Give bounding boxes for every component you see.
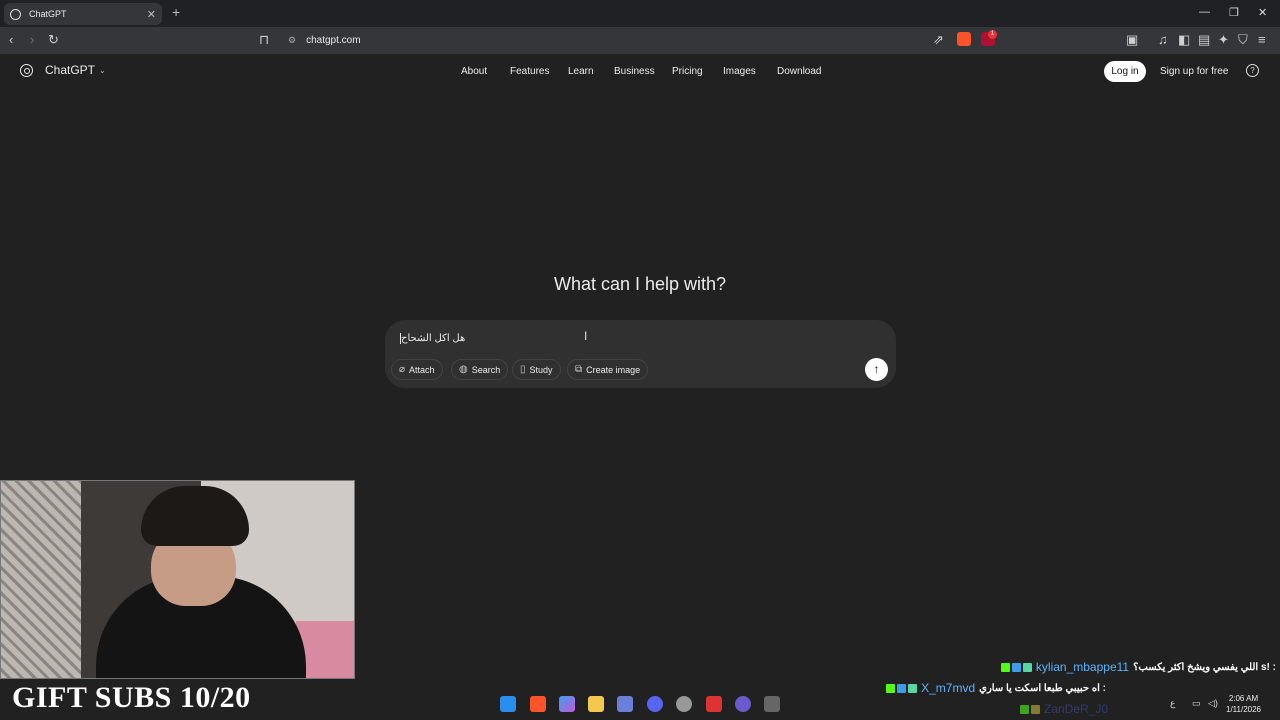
url-text: chatgpt.com <box>306 35 361 46</box>
nav-about[interactable]: About <box>461 66 487 77</box>
webcam-overlay <box>0 480 355 679</box>
text-cursor-icon: I <box>584 329 588 343</box>
windows-taskbar <box>0 690 1280 720</box>
file-explorer-icon[interactable] <box>588 696 604 712</box>
page-heading: What can I help with? <box>553 274 727 294</box>
minimize-icon[interactable]: — <box>1199 6 1210 18</box>
nav-images[interactable]: Images <box>723 66 756 77</box>
app-circle-icon[interactable] <box>735 696 751 712</box>
address-bar[interactable]: ⚙ chatgpt.com <box>282 31 1002 50</box>
search-label: Search <box>471 364 501 375</box>
tab-title: ChatGPT <box>29 9 67 19</box>
kick-badge-icon <box>1000 662 1010 672</box>
nav-learn[interactable]: Learn <box>568 66 594 77</box>
discord-icon[interactable] <box>647 696 663 712</box>
arrow-up-icon: ↑ <box>873 362 880 376</box>
clock-date: 1/11/2026 <box>1226 705 1261 714</box>
menu-icon[interactable]: ≡ <box>1258 32 1266 48</box>
login-button[interactable]: Log in <box>1104 61 1146 82</box>
chat-badges <box>1000 662 1032 672</box>
brand-name: ChatGPT <box>45 63 96 77</box>
chatgpt-favicon-icon <box>10 8 21 20</box>
back-icon[interactable]: ‹ <box>9 32 13 48</box>
media-icon[interactable]: ♫ <box>1158 32 1168 48</box>
language-indicator[interactable]: ع <box>1170 698 1175 709</box>
prompt-composer: هل اكل الشحاح ⌀ Attach ◍ Search ▯ Study ⧉ Cr… <box>385 320 896 388</box>
close-window-icon[interactable]: ✕ <box>1258 6 1267 19</box>
chat-text: : ‏!s ‏اللي يفسي ويشخ اكثر يكسب؟ <box>1133 661 1276 673</box>
search-button[interactable]: ◍ Search <box>451 359 509 380</box>
prompt-input-text: هل اكل الشحاح <box>401 333 466 345</box>
nav-features[interactable]: Features <box>510 66 549 77</box>
obs-icon[interactable] <box>676 696 692 712</box>
grid-badge-icon <box>1022 662 1032 672</box>
attach-label: Attach <box>409 364 435 375</box>
create-image-button[interactable]: ⧉ Create image <box>567 359 649 380</box>
image-icon: ⧉ <box>575 364 583 375</box>
app-icon[interactable] <box>706 696 722 712</box>
steam-icon[interactable] <box>764 696 780 712</box>
store-icon[interactable] <box>617 696 633 712</box>
attach-button[interactable]: ⌀ Attach <box>391 359 443 380</box>
vpn-icon[interactable]: ⛉ <box>1238 32 1248 48</box>
chat-message: kylian_mbappe11 : ‏!s ‏اللي يفسي ويشخ اك… <box>1000 660 1276 674</box>
screen: ChatGPT ✕ + — ❐ ✕ ‹ › ↻ ⊓ ⚙ chatgpt.com … <box>0 0 1280 720</box>
close-tab-icon[interactable]: ✕ <box>147 8 156 21</box>
start-icon[interactable] <box>500 696 516 712</box>
bookmark-icon[interactable]: ⊓ <box>259 32 269 48</box>
nav-pricing[interactable]: Pricing <box>672 66 703 77</box>
webcam-person-hair <box>141 486 249 546</box>
create-image-label: Create image <box>586 364 641 375</box>
webcam-window-grille <box>1 481 81 678</box>
book-icon: ▯ <box>520 364 526 375</box>
sidebar-icon[interactable]: ◧ <box>1178 32 1190 48</box>
chat-username: kylian_mbappe11 <box>1035 660 1130 674</box>
brave-shields-icon[interactable] <box>957 32 971 46</box>
leo-ai-icon[interactable]: ✦ <box>1218 32 1229 48</box>
study-button[interactable]: ▯ Study <box>512 359 561 380</box>
volume-icon[interactable]: ◁) <box>1208 698 1218 709</box>
browser-tab-bar: ChatGPT ✕ + — ❐ ✕ <box>0 0 1280 27</box>
site-info-icon[interactable]: ⚙ <box>288 35 296 46</box>
clock-time: 2:06 AM <box>1228 694 1259 703</box>
browser-tab[interactable]: ChatGPT ✕ <box>4 3 162 25</box>
share-icon[interactable]: ⇗ <box>933 32 944 48</box>
restore-icon[interactable]: ❐ <box>1229 6 1239 19</box>
chevron-down-icon: ⌄ <box>99 65 106 75</box>
wallet-icon[interactable]: ▤ <box>1198 32 1210 48</box>
forward-icon[interactable]: › <box>30 32 34 48</box>
brave-taskbar-icon[interactable] <box>530 696 546 712</box>
send-button[interactable]: ↑ <box>865 358 888 381</box>
reload-icon[interactable]: ↻ <box>48 32 59 48</box>
copilot-icon[interactable] <box>559 696 575 712</box>
help-icon[interactable]: ? <box>1246 64 1259 77</box>
reader-icon[interactable]: ▣ <box>1126 32 1138 48</box>
rewards-badge: 1 <box>988 30 997 39</box>
prompt-input[interactable]: هل اكل الشحاح <box>397 333 465 344</box>
openai-logo-icon <box>20 63 33 77</box>
paperclip-icon: ⌀ <box>399 364 406 375</box>
nav-download[interactable]: Download <box>777 66 821 77</box>
globe-icon: ◍ <box>459 364 468 375</box>
nav-business[interactable]: Business <box>614 66 655 77</box>
sub-badge-icon <box>1011 662 1021 672</box>
system-clock[interactable]: 2:06 AM 1/11/2026 <box>1226 693 1261 715</box>
brand-switcher[interactable]: ChatGPT ⌄ <box>20 63 106 77</box>
study-label: Study <box>529 364 553 375</box>
signup-button[interactable]: Sign up for free <box>1160 66 1228 77</box>
new-tab-button[interactable]: + <box>172 4 180 20</box>
network-icon[interactable]: ▭ <box>1192 698 1201 709</box>
